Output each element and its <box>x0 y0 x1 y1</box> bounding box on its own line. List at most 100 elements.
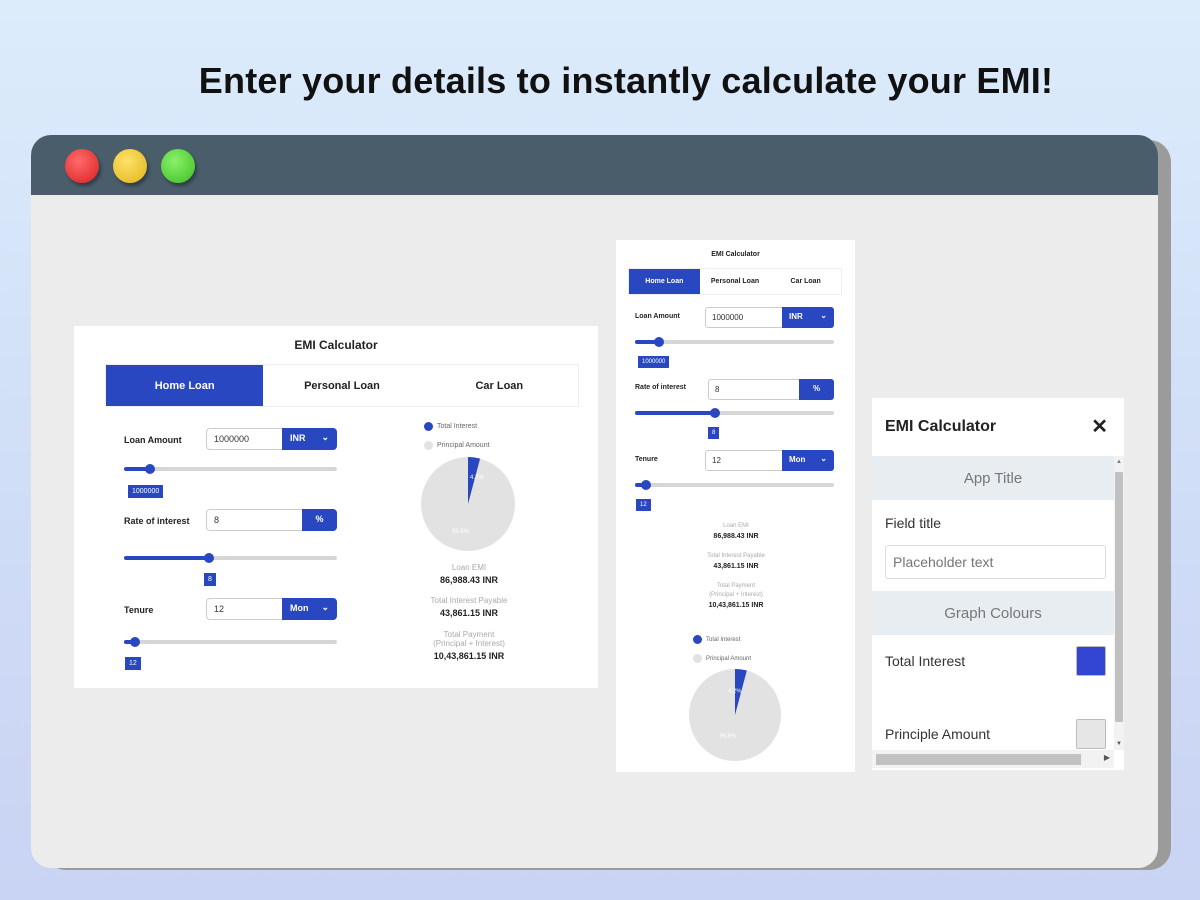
legend-swatch <box>693 635 702 644</box>
scroll-right-icon[interactable]: ▶ <box>1104 753 1110 762</box>
loan-type-tabs: Home Loan Personal Loan Car Loan <box>628 268 842 295</box>
pie-principal-label: 95.8% <box>719 734 736 740</box>
tenure-label: Tenure <box>635 456 658 463</box>
loan-amount-input[interactable]: 1000000 <box>705 307 787 328</box>
legend-total-interest: Total Interest <box>693 635 740 644</box>
minimize-window-button[interactable] <box>113 149 147 183</box>
slider-handle[interactable] <box>204 553 214 563</box>
stat-value: 10,43,861.15 INR <box>433 651 505 661</box>
loan-amount-label: Loan Amount <box>124 435 182 445</box>
loan-amount-unit-select[interactable]: INR ⌄ <box>282 428 337 450</box>
chevron-down-icon: ⌄ <box>321 602 329 612</box>
stat-value: 43,861.15 INR <box>439 608 499 618</box>
total-interest-color-picker[interactable] <box>1076 646 1106 676</box>
legend-principal-amount: Principal Amount <box>424 441 490 450</box>
chevron-down-icon: ⌄ <box>321 432 329 442</box>
loan-amount-input[interactable]: 1000000 <box>206 428 288 450</box>
rate-slider[interactable] <box>635 408 834 418</box>
settings-content: App Title Field title Graph Colours Tota… <box>872 456 1114 750</box>
window-titlebar <box>31 135 1158 195</box>
slider-fill <box>635 411 715 415</box>
settings-header: EMI Calculator ✕ <box>872 398 1124 456</box>
rate-unit: % <box>799 379 834 400</box>
pie-interest-label: 4.2% <box>728 688 741 694</box>
section-app-title: App Title <box>872 456 1114 500</box>
rate-tooltip: 8 <box>708 427 720 439</box>
settings-panel: EMI Calculator ✕ App Title Field title G… <box>872 398 1124 770</box>
loan-amount-slider[interactable] <box>124 464 337 474</box>
unit-value: Mon <box>789 455 806 464</box>
scrollbar-thumb[interactable] <box>876 754 1081 765</box>
slider-handle[interactable] <box>710 408 720 418</box>
tab-home-loan[interactable]: Home Loan <box>106 365 264 406</box>
close-window-button[interactable] <box>65 149 99 183</box>
legend-label: Principal Amount <box>437 442 490 449</box>
tenure-input[interactable]: 12 <box>206 598 288 620</box>
calculator-title: EMI Calculator <box>711 251 760 258</box>
tab-personal-loan[interactable]: Personal Loan <box>700 269 771 294</box>
rate-input[interactable]: 8 <box>708 379 803 400</box>
horizontal-scrollbar[interactable]: ▶ <box>872 750 1114 768</box>
legend-label: Total Interest <box>706 636 741 643</box>
slider-handle[interactable] <box>641 480 651 490</box>
legend-label: Principal Amount <box>706 655 752 662</box>
desktop-emi-calculator: EMI Calculator Home Loan Personal Loan C… <box>74 326 598 688</box>
tab-home-loan[interactable]: Home Loan <box>629 269 700 294</box>
loan-amount-tooltip: 1000000 <box>638 356 670 368</box>
vertical-scrollbar[interactable]: ▲ ▼ <box>1114 456 1124 750</box>
stat-value: 43,861.15 INR <box>713 563 759 570</box>
stat-sublabel: (Principal + Interest) <box>433 639 505 648</box>
legend-swatch <box>424 422 433 431</box>
legend-label: Total Interest <box>437 423 478 430</box>
tenure-input[interactable]: 12 <box>705 450 787 471</box>
rate-input[interactable]: 8 <box>206 509 306 531</box>
calculator-title: EMI Calculator <box>294 338 378 352</box>
stat-total-payment: Total Payment (Principal + Interest) 10,… <box>666 582 806 609</box>
mobile-emi-calculator: EMI Calculator Home Loan Personal Loan C… <box>616 240 855 772</box>
stat-loan-emi: Loan EMI 86,988.43 INR <box>666 522 806 540</box>
loan-type-tabs: Home Loan Personal Loan Car Loan <box>105 364 579 407</box>
tab-personal-loan[interactable]: Personal Loan <box>263 365 420 406</box>
chevron-down-icon: ⌄ <box>820 454 827 463</box>
unit-value: Mon <box>290 603 309 613</box>
tenure-unit-select[interactable]: Mon ⌄ <box>282 598 337 620</box>
scroll-down-icon[interactable]: ▼ <box>1116 741 1122 747</box>
rate-unit: % <box>302 509 337 531</box>
tab-car-loan[interactable]: Car Loan <box>421 365 578 406</box>
stat-sublabel: (Principal + Interest) <box>709 592 763 598</box>
principle-amount-color-picker[interactable] <box>1076 719 1106 749</box>
slider-fill <box>124 556 209 560</box>
loan-amount-tooltip: 1000000 <box>128 485 164 498</box>
loan-amount-unit-select[interactable]: INR ⌄ <box>782 307 834 328</box>
maximize-window-button[interactable] <box>161 149 195 183</box>
slider-handle[interactable] <box>654 337 664 347</box>
slider-handle[interactable] <box>130 637 140 647</box>
stat-label: Total Payment <box>716 583 756 589</box>
rate-slider[interactable] <box>124 553 337 563</box>
slider-handle[interactable] <box>145 464 155 474</box>
tenure-slider[interactable] <box>635 480 834 490</box>
scrollbar-thumb[interactable] <box>1115 472 1123 722</box>
tenure-label: Tenure <box>124 605 154 615</box>
stat-value: 86,988.43 INR <box>713 533 759 540</box>
stat-label: Total Interest Payable <box>430 596 508 605</box>
tenure-tooltip: 12 <box>636 499 651 511</box>
chevron-down-icon: ⌄ <box>820 311 827 320</box>
stat-label: Loan EMI <box>723 523 749 529</box>
section-graph-colours: Graph Colours <box>872 591 1114 635</box>
settings-title: EMI Calculator <box>885 418 997 435</box>
loan-amount-slider[interactable] <box>635 337 834 347</box>
stat-label: Loan EMI <box>451 563 487 572</box>
app-title-input[interactable] <box>885 545 1106 579</box>
scroll-up-icon[interactable]: ▲ <box>1116 459 1122 465</box>
pie-interest-label: 4.2% <box>470 475 484 481</box>
field-title-label: Field title <box>885 515 942 531</box>
stat-value: 10,43,861.15 INR <box>708 602 764 609</box>
close-icon[interactable]: ✕ <box>1091 414 1108 439</box>
tenure-unit-select[interactable]: Mon ⌄ <box>782 450 834 471</box>
pie-principal-label: 95.8% <box>452 529 470 535</box>
rate-label: Rate of interest <box>124 516 190 526</box>
tab-car-loan[interactable]: Car Loan <box>770 269 841 294</box>
tenure-tooltip: 12 <box>125 657 141 670</box>
tenure-slider[interactable] <box>124 637 337 647</box>
